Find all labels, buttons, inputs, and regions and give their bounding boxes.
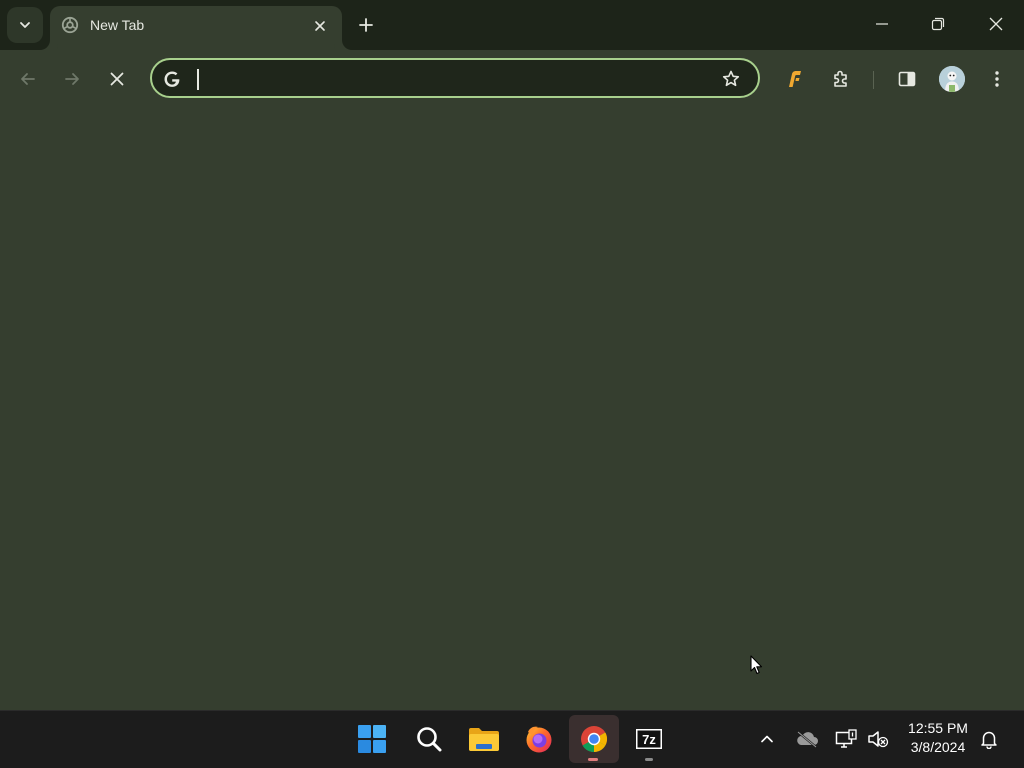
bell-icon [981, 731, 997, 749]
puzzle-icon [834, 70, 847, 87]
close-icon [315, 21, 325, 31]
clock-time: 12:55 PM [908, 720, 968, 736]
sevenzip-icon: 7z [636, 729, 662, 749]
chrome-newtab-icon [61, 16, 79, 34]
chevron-up-icon [761, 735, 773, 743]
close-icon [110, 72, 124, 86]
running-app-indicator [645, 758, 653, 761]
show-hidden-icons-button[interactable] [753, 725, 781, 753]
forward-button[interactable] [54, 61, 90, 97]
toolbar-divider [873, 71, 874, 89]
restore-button[interactable] [910, 0, 966, 48]
minimize-icon [876, 23, 888, 25]
arrow-left-icon [21, 73, 35, 85]
tab-title: New Tab [90, 17, 145, 33]
windows-taskbar: 7z 12:55 PM 3/8/2024 [0, 710, 1024, 768]
chrome-taskbar-button[interactable] [569, 715, 619, 763]
volume-muted-icon [868, 731, 889, 748]
firefox-icon [526, 726, 552, 753]
extensions-button[interactable] [823, 61, 859, 97]
side-panel-button[interactable] [889, 61, 925, 97]
back-button[interactable] [10, 61, 46, 97]
sevenzip-button[interactable]: 7z [624, 715, 674, 763]
windows-icon [358, 725, 386, 753]
mouse-pointer-icon [750, 655, 763, 675]
google-g-icon [164, 71, 180, 87]
restore-icon [931, 17, 945, 31]
tab-new-tab[interactable]: New Tab [50, 6, 342, 50]
chevron-down-icon [20, 22, 30, 28]
network-icon [835, 729, 857, 748]
tab-strip: New Tab [0, 0, 1024, 50]
search-icon [417, 727, 442, 752]
side-panel-icon [898, 71, 916, 87]
address-input[interactable] [194, 66, 694, 92]
extension-logo-icon [789, 71, 801, 87]
pinned-extension-button[interactable] [777, 61, 813, 97]
new-tab-button[interactable] [352, 11, 380, 39]
browser-toolbar [0, 50, 1024, 108]
cloud-offline-icon [797, 731, 818, 748]
address-bar[interactable] [150, 58, 760, 98]
taskbar-search-button[interactable] [404, 715, 454, 763]
close-window-button[interactable] [968, 0, 1024, 48]
tab-close-button[interactable] [308, 14, 332, 38]
page-content[interactable] [0, 108, 1024, 710]
minimize-button[interactable] [854, 0, 910, 48]
network-tray-button[interactable] [832, 725, 860, 753]
stop-loading-button[interactable] [99, 61, 135, 97]
file-explorer-button[interactable] [459, 715, 509, 763]
start-button[interactable] [347, 715, 397, 763]
volume-tray-button[interactable] [864, 725, 892, 753]
clock-date: 3/8/2024 [910, 739, 966, 755]
profile-avatar[interactable] [939, 66, 965, 92]
plus-icon [359, 18, 373, 32]
kebab-menu-icon [995, 71, 999, 87]
folder-icon [469, 728, 499, 751]
close-icon [989, 17, 1003, 31]
onedrive-tray-button[interactable] [793, 725, 821, 753]
chrome-icon [581, 726, 608, 753]
svg-text:7z: 7z [642, 732, 656, 747]
arrow-right-icon [65, 73, 79, 85]
active-app-indicator [588, 758, 598, 761]
text-caret [197, 69, 199, 90]
system-clock[interactable]: 12:55 PM 3/8/2024 [898, 719, 978, 757]
chrome-menu-button[interactable] [979, 61, 1015, 97]
bookmark-star-button[interactable] [718, 66, 744, 92]
notifications-button[interactable] [975, 725, 1003, 753]
avatar-icon [939, 66, 965, 92]
firefox-button[interactable] [514, 715, 564, 763]
star-icon [722, 70, 740, 87]
tab-search-button[interactable] [7, 7, 43, 43]
